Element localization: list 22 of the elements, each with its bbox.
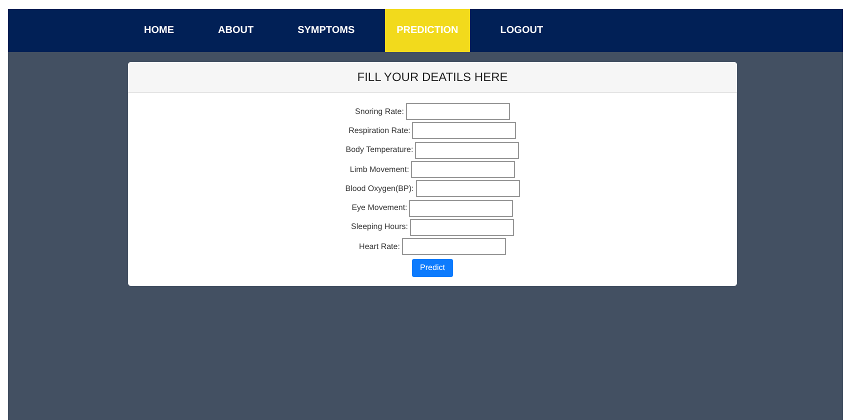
input-field[interactable] (411, 161, 516, 178)
field-label: Blood Oxygen(BP): (345, 182, 414, 195)
field-label: Heart Rate: (359, 240, 400, 253)
form-title: FILL YOUR DEATILS HERE (357, 69, 508, 86)
field-label: Eye Movement: (352, 202, 408, 214)
input-field[interactable] (416, 180, 520, 198)
input-field[interactable] (402, 238, 506, 256)
nav-link[interactable]: HOME (132, 9, 186, 52)
input-field[interactable] (412, 122, 516, 140)
field-label: Sleeping Hours: (351, 221, 408, 234)
input-field[interactable] (410, 218, 514, 236)
nav-link[interactable]: ABOUT (206, 9, 266, 52)
input-field[interactable] (406, 103, 510, 120)
input-field[interactable] (415, 142, 520, 159)
nav-link[interactable]: SYMPTOMS (286, 9, 367, 52)
field-label: Respiration Rate: (348, 124, 410, 137)
field-label: Snoring Rate: (355, 106, 404, 118)
input-field[interactable] (409, 200, 514, 217)
nav-link[interactable]: LOGOUT (488, 9, 556, 52)
predict-button[interactable]: Predict (412, 259, 453, 278)
field-label: Limb Movement: (350, 164, 410, 176)
field-label: Body Temperature: (346, 144, 414, 156)
